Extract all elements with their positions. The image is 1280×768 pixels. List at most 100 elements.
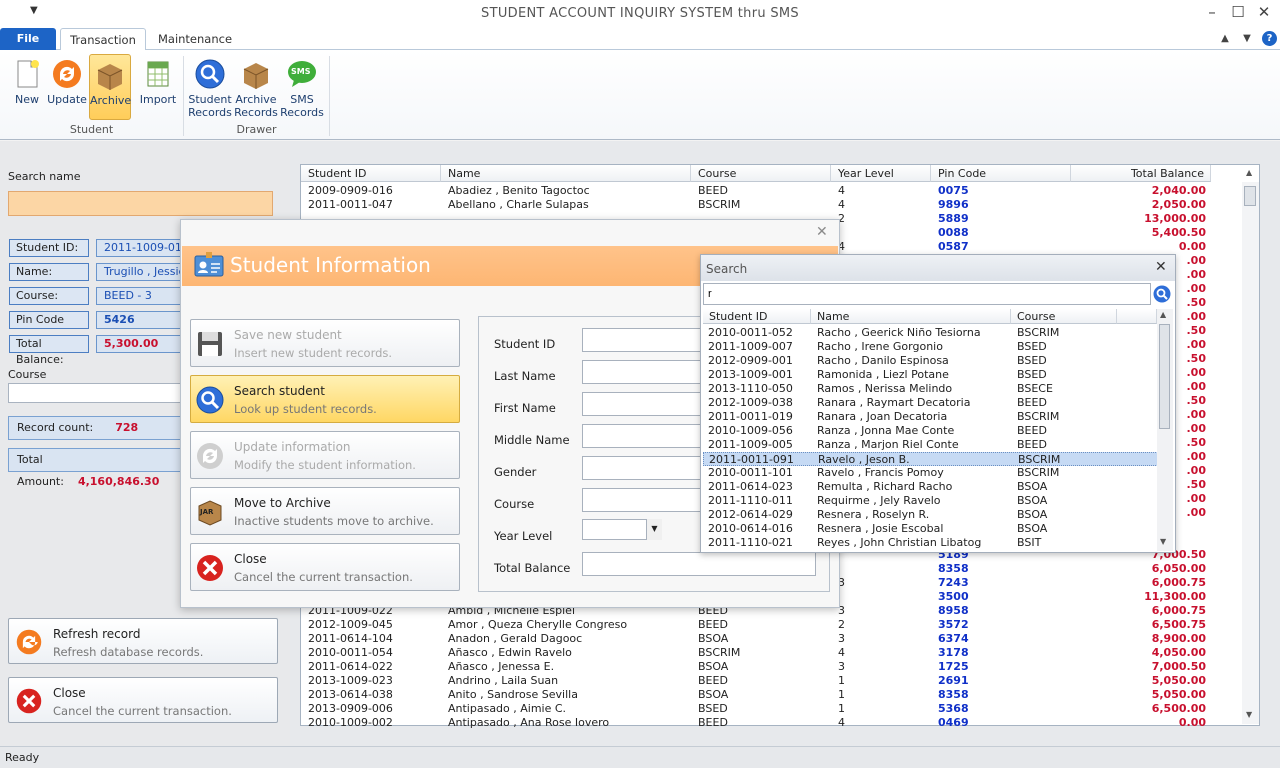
scroll-thumb[interactable]	[1244, 186, 1256, 206]
search-col-student-id[interactable]: Student ID	[703, 309, 811, 324]
search-result-row[interactable]: 2011-1110-021 Reyes , John Christian Liba…	[703, 536, 1158, 550]
table-row[interactable]: 2011-0614-104 Anadon , Gerald Dagooc BSOA 3…	[301, 632, 1245, 646]
import-button[interactable]: Import	[136, 54, 180, 120]
cell: BSED	[1017, 340, 1047, 353]
search-result-row[interactable]: 2010-0011-052 Racho , Geerick Niño Tesior…	[703, 326, 1158, 340]
tab-file[interactable]: File	[0, 28, 56, 50]
search-result-row[interactable]: 2012-0909-001 Racho , Danilo Espinosa BSED	[703, 354, 1158, 368]
student-records-label-1: Student	[188, 93, 232, 106]
grid-scrollbar[interactable]: ▲ ▼	[1242, 168, 1259, 724]
search-result-row[interactable]: 2010-1009-056 Ranza , Jonna Mae Conte BEED	[703, 424, 1158, 438]
search-query-input[interactable]	[703, 283, 1151, 305]
search-result-row[interactable]: 2010-0011-101 Ravelo , Francis Pomoy BSCRI…	[703, 466, 1158, 480]
scroll-up-icon[interactable]: ▲	[1160, 310, 1166, 319]
cell: 0587	[938, 240, 969, 253]
name-value: Trugillo , Jessie	[96, 263, 186, 281]
search-result-row[interactable]: 2010-0614-016 Resnera , Josie Escobal BSOA	[703, 522, 1158, 536]
cell: 4	[838, 646, 845, 659]
ribbon-expand-icon[interactable]: ▼	[1238, 30, 1256, 48]
col-header-pin-code[interactable]: Pin Code	[931, 165, 1071, 182]
search-col-course[interactable]: Course	[1011, 309, 1117, 324]
col-header-course[interactable]: Course	[691, 165, 831, 182]
update-information-button[interactable]: Update information Modify the student in…	[190, 431, 460, 479]
search-result-row[interactable]: 2011-0011-019 Ranara , Joan Decatoria BSCR…	[703, 410, 1158, 424]
help-icon[interactable]: ?	[1262, 31, 1277, 46]
cell: 6,000.75	[1151, 576, 1206, 589]
search-result-row[interactable]: 2011-0011-091 Ravelo , Jeson B. BSCRIM	[703, 452, 1158, 466]
col-header-student-id[interactable]: Student ID	[301, 165, 441, 182]
table-row[interactable]: 2009-0909-016 Abadiez , Benito Tagoctoc BE…	[301, 184, 1245, 198]
save-new-student-button[interactable]: Save new student Insert new student reco…	[190, 319, 460, 367]
dialog-close-icon[interactable]: ✕	[816, 224, 828, 240]
search-icon[interactable]	[1153, 285, 1171, 303]
search-result-row[interactable]: 2013-1110-050 Ramos , Nerissa Melindo BSEC…	[703, 382, 1158, 396]
search-result-row[interactable]: 2012-1009-038 Ranara , Raymart Decatoria B…	[703, 396, 1158, 410]
refresh-icon	[197, 443, 223, 469]
table-row[interactable]: 2013-1009-023 Andrino , Laila Suan BEED 1 26…	[301, 674, 1245, 688]
move-to-archive-button[interactable]: JAR Move to Archive Inactive students mo…	[190, 487, 460, 535]
scroll-up-icon[interactable]: ▲	[1246, 168, 1252, 177]
search-name-input[interactable]	[8, 191, 273, 216]
archive-button[interactable]: Archive	[89, 54, 131, 120]
search-student-button[interactable]: Search student Look up student records.	[190, 375, 460, 423]
cell: 5,050.00	[1151, 674, 1206, 687]
col-header-year-level[interactable]: Year Level	[831, 165, 931, 182]
cell: 2011-1009-007	[708, 340, 793, 353]
table-row[interactable]: 2010-1009-002 Antipasado , Ana Rose Iover…	[301, 716, 1245, 730]
col-header-total-balance[interactable]: Total Balance	[1071, 165, 1211, 182]
cell: Reyes , John Christian Libatog	[817, 536, 982, 549]
search-close-icon[interactable]: ✕	[1155, 259, 1167, 275]
cell: 1	[838, 688, 845, 701]
search-result-row[interactable]: 2011-1009-007 Racho , Irene Gorgonio BSED	[703, 340, 1158, 354]
ribbon-collapse-icon[interactable]: ▲	[1216, 30, 1234, 48]
student-records-button[interactable]: Student Records	[188, 54, 232, 120]
scroll-thumb[interactable]	[1159, 324, 1170, 429]
search-result-row[interactable]: 2013-1009-001 Ramonida , Liezl Potane BSED	[703, 368, 1158, 382]
search-col-name[interactable]: Name	[811, 309, 1011, 324]
col-header-name[interactable]: Name	[441, 165, 691, 182]
cell: 2011-0614-104	[308, 632, 393, 645]
minimize-icon[interactable]: –	[1202, 3, 1222, 23]
archive-records-label-1: Archive	[235, 93, 277, 106]
table-row[interactable]: 2013-0909-006 Antipasado , Aimie C. BSED 1 5…	[301, 702, 1245, 716]
close-window-icon[interactable]: ✕	[1254, 3, 1274, 23]
dialog-close-button[interactable]: Close Cancel the current transaction.	[190, 543, 460, 591]
field-label-first-name: First Name	[494, 401, 556, 415]
maximize-icon[interactable]: ☐	[1228, 3, 1248, 23]
tab-maintenance[interactable]: Maintenance	[150, 28, 240, 51]
search-scrollbar[interactable]: ▲ ▼	[1157, 309, 1173, 551]
search-result-row[interactable]: 2012-0614-029 Resnera , Roselyn R. BSOA	[703, 508, 1158, 522]
archive-records-button[interactable]: Archive Records	[234, 54, 278, 120]
cell: 6,050.00	[1151, 562, 1206, 575]
scroll-down-icon[interactable]: ▼	[1160, 537, 1166, 546]
close-icon	[197, 555, 223, 581]
tab-transaction[interactable]: Transaction	[60, 28, 146, 51]
table-row[interactable]: 2013-0614-038 Anito , Sandrose Sevilla BSO…	[301, 688, 1245, 702]
course-filter-input[interactable]	[8, 383, 188, 403]
table-row[interactable]: 2012-1009-045 Amor , Queza Cherylle Congr…	[301, 618, 1245, 632]
course-value: BEED - 3	[96, 287, 186, 305]
search-results-grid[interactable]: Student ID Name Course 2010-0011-052 Rach…	[703, 309, 1175, 551]
cell: 3572	[938, 618, 969, 631]
chevron-down-icon[interactable]: ▼	[646, 519, 662, 540]
student-id-label: Student ID:	[9, 239, 89, 257]
close-button[interactable]: Close Cancel the current transaction.	[8, 677, 278, 723]
table-row[interactable]: 2010-0011-054 Añasco , Edwin Ravelo BSCRIM…	[301, 646, 1245, 660]
cell: 2009-0909-016	[308, 184, 393, 197]
total-balance-field[interactable]	[582, 552, 816, 576]
refresh-record-button[interactable]: Refresh record Refresh database records.	[8, 618, 278, 664]
new-button[interactable]: New	[5, 54, 49, 120]
scroll-down-icon[interactable]: ▼	[1246, 710, 1252, 719]
search-result-row[interactable]: 2011-1110-011 Requirme , Jely Ravelo BSOA	[703, 494, 1158, 508]
search-result-row[interactable]: 2011-0614-023 Remulta , Richard Racho BSOA	[703, 480, 1158, 494]
table-row[interactable]: 2011-0011-047 Abellano , Charle Sulapas BS…	[301, 198, 1245, 212]
update-button[interactable]: Update	[45, 54, 89, 120]
search-result-row[interactable]: 2011-1009-005 Ranza , Marjon Riel Conte BE…	[703, 438, 1158, 452]
sms-records-button[interactable]: SMS SMS Records	[280, 54, 324, 120]
cell: 3	[838, 660, 845, 673]
field-label-total-balance: Total Balance	[494, 561, 571, 575]
sms-badge-text: SMS	[291, 67, 311, 76]
cell: 11,300.00	[1144, 590, 1206, 603]
cell: 6,000.75	[1151, 604, 1206, 617]
table-row[interactable]: 2011-0614-022 Añasco , Jenessa E. BSOA 3 172…	[301, 660, 1245, 674]
